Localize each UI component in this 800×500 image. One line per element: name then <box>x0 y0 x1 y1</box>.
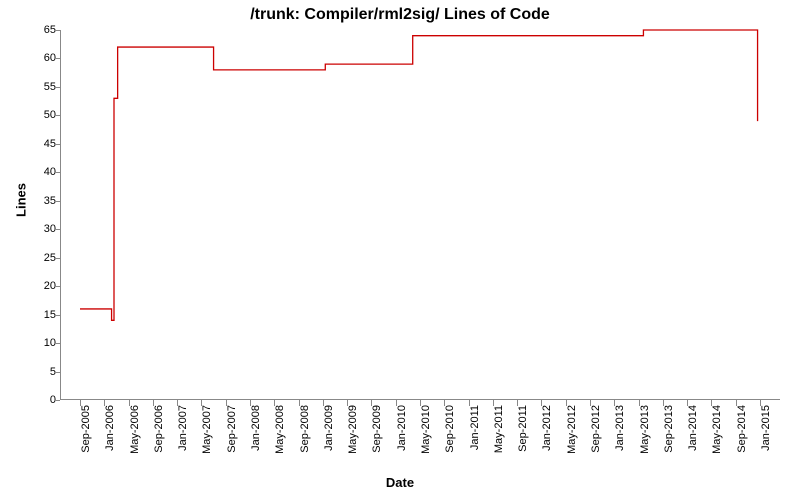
y-axis-label: Lines <box>13 183 28 217</box>
x-tick-label: Sep-2005 <box>80 405 92 475</box>
x-tick-label: May-2013 <box>639 405 651 475</box>
x-tick-label: May-2014 <box>711 405 723 475</box>
x-tick-label: Jan-2006 <box>104 405 116 475</box>
x-tick-label: Jan-2010 <box>396 405 408 475</box>
x-tick-label: May-2008 <box>274 405 286 475</box>
x-tick-label: Sep-2013 <box>663 405 675 475</box>
x-tick-label: Jan-2011 <box>469 405 481 475</box>
x-tick-label: May-2012 <box>566 405 578 475</box>
x-tick-label: Jan-2009 <box>323 405 335 475</box>
x-tick-label: May-2011 <box>493 405 505 475</box>
x-tick-label: Jan-2012 <box>541 405 553 475</box>
x-tick-label: Sep-2014 <box>736 405 748 475</box>
x-tick-label: May-2006 <box>129 405 141 475</box>
x-tick-label: Jan-2007 <box>177 405 189 475</box>
loc-line-chart: /trunk: Compiler/rml2sig/ Lines of Code … <box>0 0 800 500</box>
loc-series-line <box>80 30 758 320</box>
x-tick-label: Sep-2008 <box>299 405 311 475</box>
x-axis-label: Date <box>0 475 800 490</box>
x-tick-label: Sep-2011 <box>517 405 529 475</box>
x-tick-label: May-2007 <box>201 405 213 475</box>
x-tick-label: Sep-2012 <box>590 405 602 475</box>
x-tick-label: Jan-2015 <box>760 405 772 475</box>
x-tick-label: May-2010 <box>420 405 432 475</box>
x-tick-label: Jan-2008 <box>250 405 262 475</box>
x-tick-label: Sep-2006 <box>153 405 165 475</box>
data-series <box>60 30 780 400</box>
x-tick-label: Jan-2014 <box>687 405 699 475</box>
y-tick-mark <box>54 400 60 401</box>
chart-title: /trunk: Compiler/rml2sig/ Lines of Code <box>0 6 800 24</box>
x-tick-label: Sep-2007 <box>226 405 238 475</box>
x-tick-label: Sep-2010 <box>444 405 456 475</box>
x-tick-label: Sep-2009 <box>371 405 383 475</box>
x-tick-label: Jan-2013 <box>614 405 626 475</box>
x-tick-label: May-2009 <box>347 405 359 475</box>
